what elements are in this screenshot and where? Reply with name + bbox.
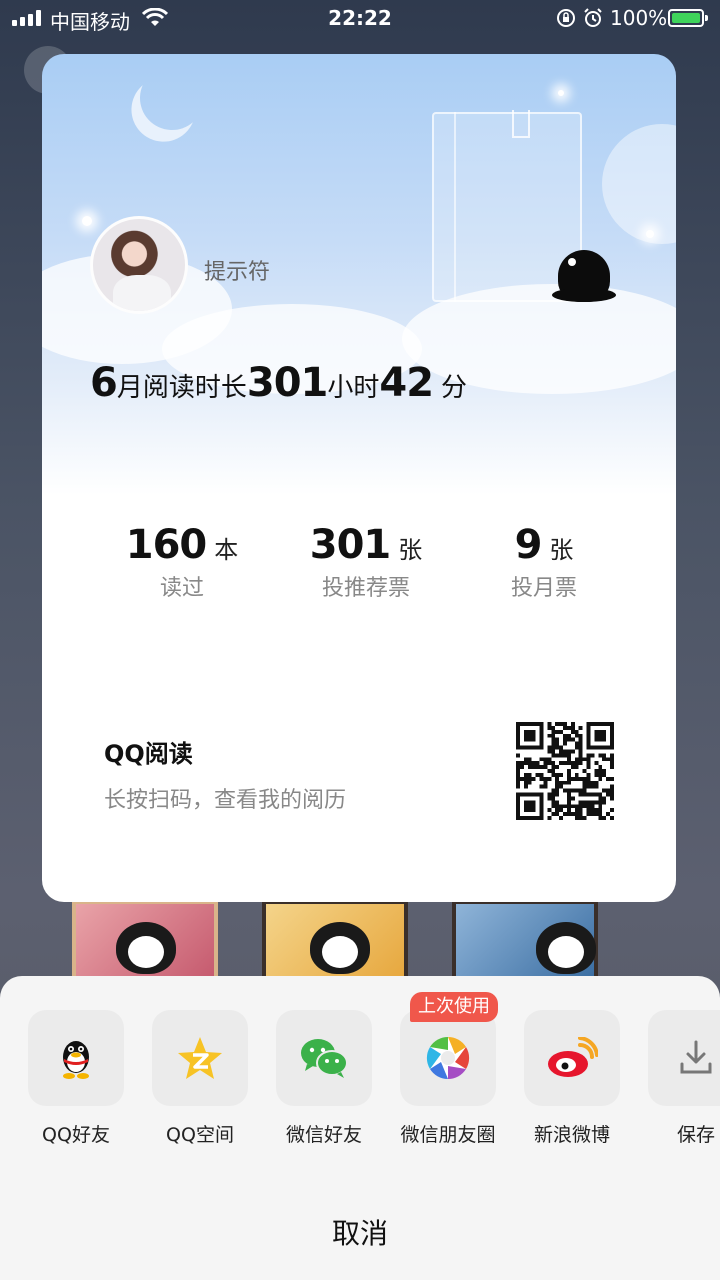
poster-image xyxy=(452,900,598,980)
download-icon xyxy=(648,1010,720,1106)
share-label: 保存 xyxy=(676,1124,715,1146)
cancel-button[interactable]: 取消 xyxy=(0,1212,720,1252)
stat-unit: 张 xyxy=(398,536,423,564)
poster-image xyxy=(72,900,218,980)
reading-report-card: 提示符 6 月阅读时长 301 小时 42 分 160 本 读过 301 张 投… xyxy=(42,54,676,902)
share-wechat-moments[interactable]: 微信朋友圈 xyxy=(400,1010,496,1147)
reading-minutes: 42 xyxy=(379,360,434,406)
hours-unit: 小时 xyxy=(327,373,380,403)
stat-unit: 张 xyxy=(549,536,574,564)
share-label: 微信朋友圈 xyxy=(400,1124,496,1146)
share-save[interactable]: 保存 xyxy=(648,1010,720,1147)
battery-percent: 100% xyxy=(610,6,668,30)
stat-label: 投月票 xyxy=(510,576,577,601)
minutes-unit: 分 xyxy=(441,373,468,403)
stat-monthly-votes: 9 张 投月票 xyxy=(444,522,644,602)
alarm-icon xyxy=(582,7,604,34)
poster-image xyxy=(262,900,408,980)
share-label: 微信好友 xyxy=(285,1124,362,1146)
avatar xyxy=(90,216,188,314)
share-weibo[interactable]: 新浪微博 xyxy=(524,1010,620,1147)
qq-penguin-icon xyxy=(28,1010,124,1106)
share-wechat-friend[interactable]: 微信好友 xyxy=(276,1010,372,1147)
stat-unit: 本 xyxy=(214,536,239,564)
share-label: 新浪微博 xyxy=(533,1124,610,1146)
stat-label: 投推荐票 xyxy=(321,576,410,601)
username: 提示符 xyxy=(204,260,271,285)
monthly-reading-time: 6 月阅读时长 301 小时 42 分 xyxy=(90,360,467,412)
stat-value: 160 xyxy=(125,522,207,568)
reading-time-prefix: 月阅读时长 xyxy=(116,373,247,403)
penguin-mascot-icon xyxy=(552,250,616,302)
share-label: QQ好友 xyxy=(42,1124,110,1146)
qr-code[interactable] xyxy=(516,722,614,820)
star-icon xyxy=(646,230,654,238)
star-icon xyxy=(558,90,564,96)
qr-hint: 长按扫码，查看我的阅历 xyxy=(104,788,347,813)
share-qq-friend[interactable]: QQ好友 xyxy=(28,1010,124,1147)
qzone-star-icon xyxy=(152,1010,248,1106)
wechat-icon xyxy=(276,1010,372,1106)
reading-month: 6 xyxy=(90,360,118,406)
stat-value: 9 xyxy=(514,522,543,568)
brand-name: QQ阅读 xyxy=(104,740,193,768)
share-qzone[interactable]: QQ空间 xyxy=(152,1010,248,1147)
stat-recommend-votes: 301 张 投推荐票 xyxy=(266,522,466,602)
cloud-decoration xyxy=(602,124,676,244)
battery-icon xyxy=(668,9,708,27)
reading-stats: 160 本 读过 301 张 投推荐票 9 张 投月票 xyxy=(42,522,676,612)
stat-books-read: 160 本 读过 xyxy=(82,522,282,602)
weibo-icon xyxy=(524,1010,620,1106)
reading-hours: 301 xyxy=(246,360,328,406)
moments-aperture-icon xyxy=(400,1010,496,1106)
status-bar: 中国移动 22:22 100% xyxy=(0,0,720,40)
stat-label: 读过 xyxy=(159,576,204,601)
moon-icon xyxy=(131,57,213,139)
bookmark-icon xyxy=(512,110,530,138)
stat-value: 301 xyxy=(309,522,391,568)
last-used-badge: 上次使用 xyxy=(410,992,498,1022)
share-sheet: 上次使用 QQ好友 QQ空间 微信好友 微信朋友圈 新浪微博 保存 取消 xyxy=(0,976,720,1280)
share-label: QQ空间 xyxy=(166,1124,234,1146)
star-icon xyxy=(82,216,92,226)
rotation-lock-icon xyxy=(556,8,576,33)
